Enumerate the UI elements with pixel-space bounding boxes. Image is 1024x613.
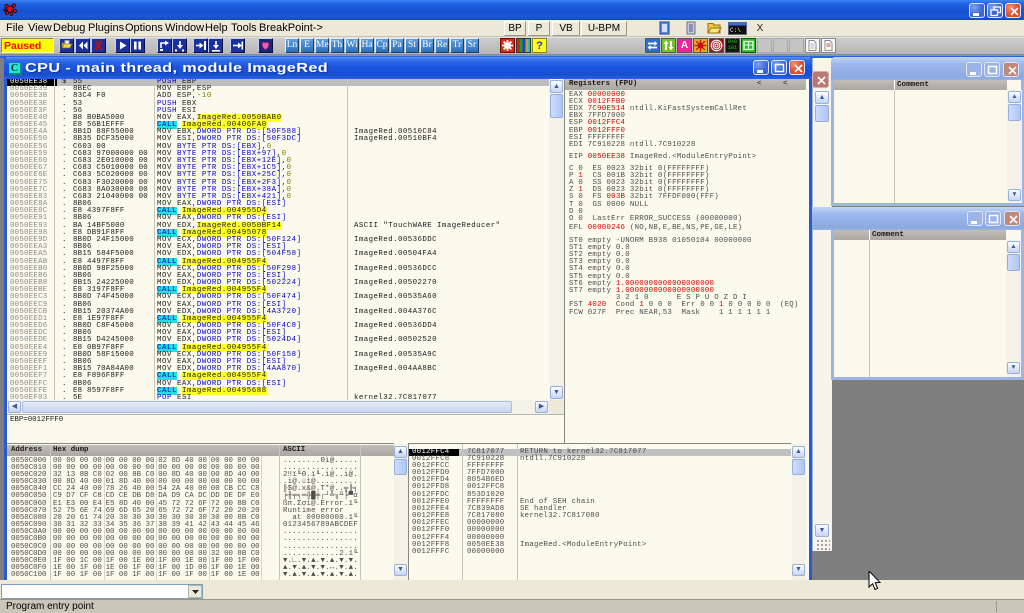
svg-text:C:\: C:\: [730, 27, 741, 34]
